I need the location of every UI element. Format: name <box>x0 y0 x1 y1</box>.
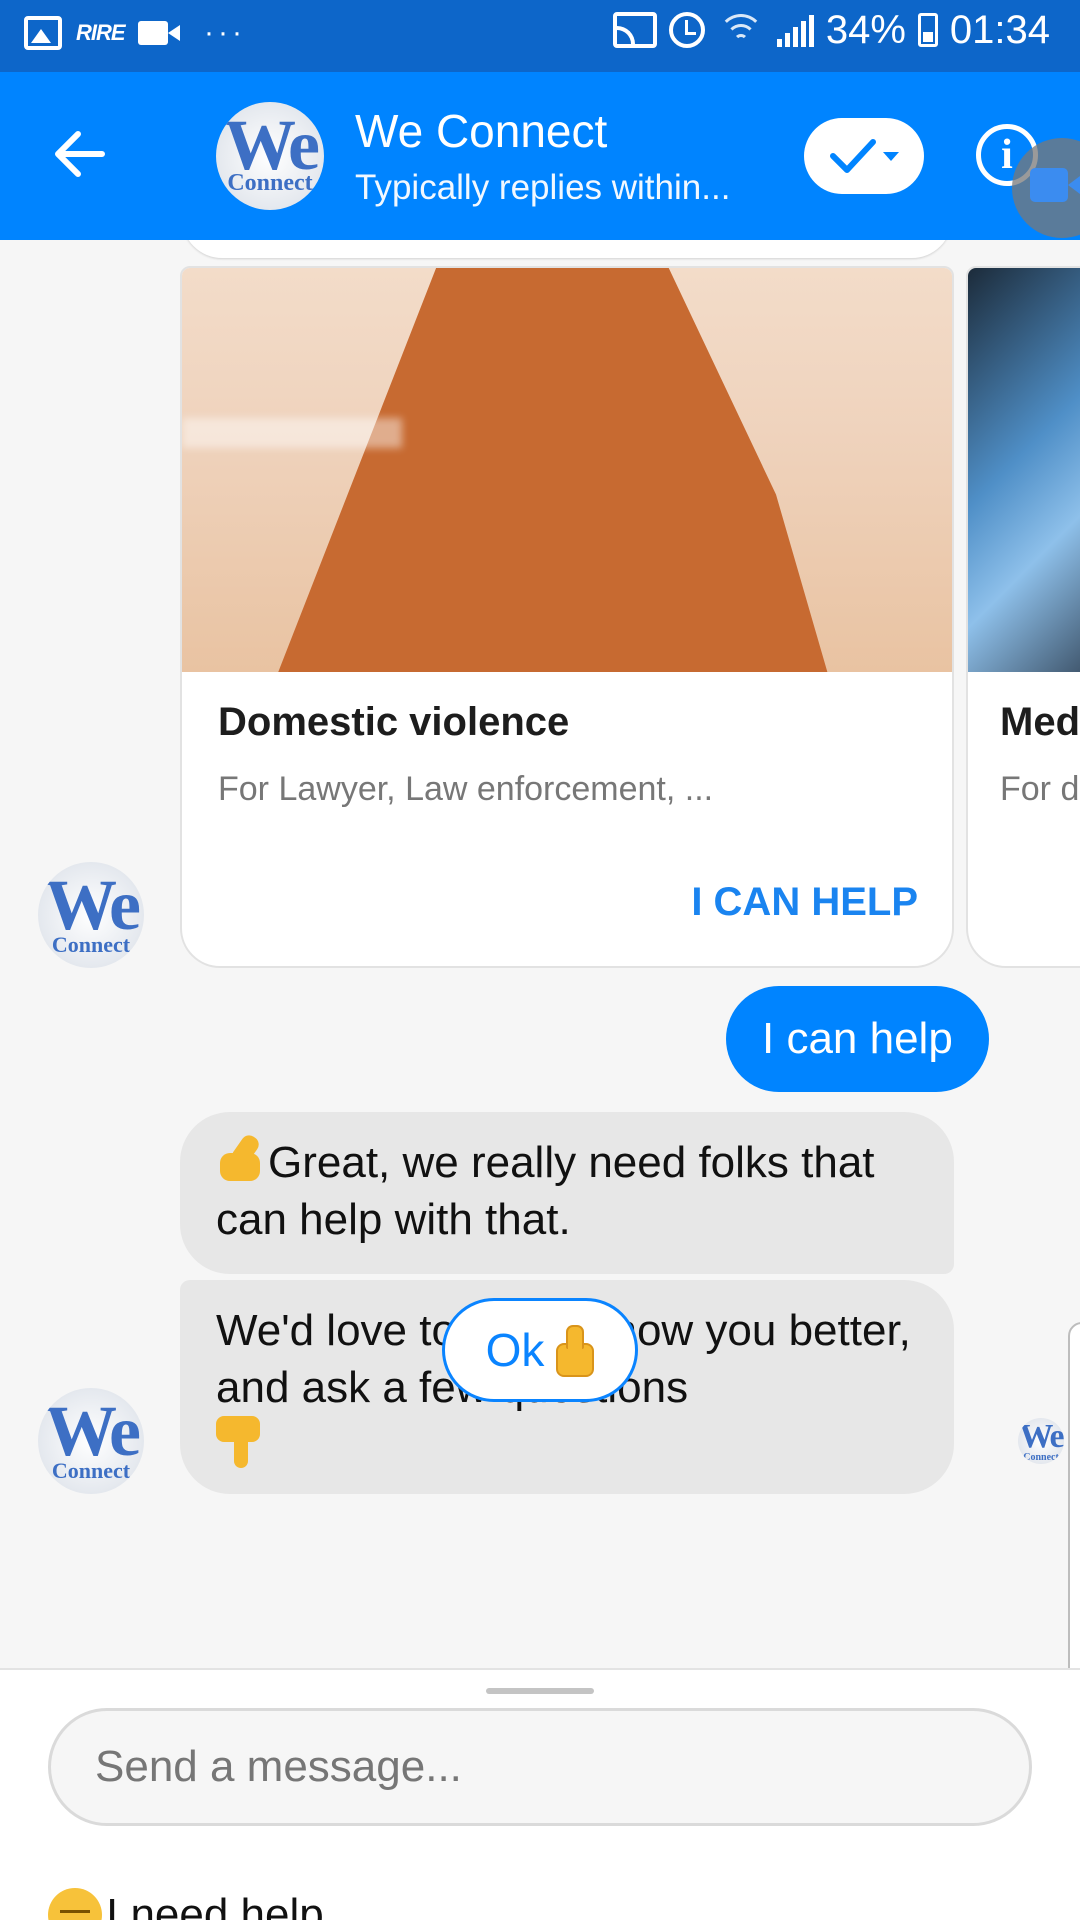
page-avatar[interactable]: We Connect <box>216 102 324 210</box>
logo-subtext: Connect <box>51 932 131 957</box>
card-image <box>182 268 952 672</box>
message-list[interactable]: Domestic violence For Lawyer, Law enforc… <box>0 240 1080 1670</box>
response-time: Typically replies within... <box>355 168 731 207</box>
mark-done-button[interactable] <box>804 118 924 194</box>
bot-avatar[interactable]: We Connect <box>38 1388 144 1494</box>
status-bar: RIRE ··· 34% 01:34 <box>0 0 1080 72</box>
quick-reply-label: Ok <box>485 1324 545 1376</box>
pointing-down-emoji-icon <box>216 1416 266 1472</box>
sad-face-emoji-icon <box>48 1888 102 1920</box>
side-panel-edge[interactable] <box>1068 1322 1080 1670</box>
logo-subtext: Connect <box>227 170 313 196</box>
read-receipt-avatar: We Connect <box>1018 1418 1064 1464</box>
cast-icon <box>612 12 657 48</box>
video-icon <box>138 19 182 47</box>
more-notifications-icon: ··· <box>204 16 246 49</box>
signal-icon <box>776 13 814 47</box>
suggestion-need-help[interactable]: I need help <box>48 1888 324 1920</box>
card-subtitle: For Lawyer, Law enforcement, ... <box>218 770 714 808</box>
card-title: Domestic violence <box>218 700 570 744</box>
ok-quick-reply-button[interactable]: Ok <box>442 1298 638 1402</box>
bot-avatar[interactable]: We Connect <box>38 862 144 968</box>
carousel-card-next[interactable]: Med For d <box>966 266 1080 968</box>
suggestion-label: I need help <box>106 1890 324 1920</box>
composer: I need help <box>0 1668 1080 1920</box>
chat-header: We Connect We Connect Typically replies … <box>0 72 1080 240</box>
status-notifications: RIRE ··· <box>24 16 246 50</box>
logo-text: We <box>1019 1418 1064 1455</box>
battery-percent: 34% <box>825 8 906 52</box>
gallery-icon <box>24 16 62 50</box>
bot-message[interactable]: Great, we really need folks that can hel… <box>180 1112 954 1274</box>
bot-message-text: Great, we really need folks that can hel… <box>216 1138 875 1244</box>
card-image <box>968 268 1080 672</box>
rire-app-icon: RIRE <box>76 20 126 45</box>
back-arrow-icon <box>55 131 105 177</box>
alarm-icon <box>668 12 705 48</box>
thumbs-up-emoji-icon <box>216 1135 268 1183</box>
logo-subtext: Connect <box>51 1458 131 1483</box>
i-can-help-button[interactable]: I CAN HELP <box>691 880 918 925</box>
carousel-card[interactable]: Domestic violence For Lawyer, Law enforc… <box>180 266 954 968</box>
drag-handle[interactable] <box>486 1688 594 1694</box>
status-indicators: 34% 01:34 <box>612 8 1050 52</box>
card-title: Med <box>1000 700 1080 744</box>
checkmark-icon <box>830 139 876 173</box>
user-message[interactable]: I can help <box>726 986 989 1092</box>
battery-icon <box>917 13 938 47</box>
chevron-down-icon <box>883 151 899 161</box>
logo-subtext: Connect <box>1023 1452 1059 1463</box>
previous-message-edge <box>182 240 952 258</box>
message-input[interactable] <box>48 1708 1032 1826</box>
wifi-icon <box>717 12 765 48</box>
back-button[interactable] <box>50 124 120 184</box>
clock: 01:34 <box>949 8 1050 52</box>
card-subtitle: For d <box>1000 770 1080 808</box>
page-title[interactable]: We Connect <box>355 104 607 158</box>
thumbs-up-emoji-icon <box>554 1325 595 1377</box>
